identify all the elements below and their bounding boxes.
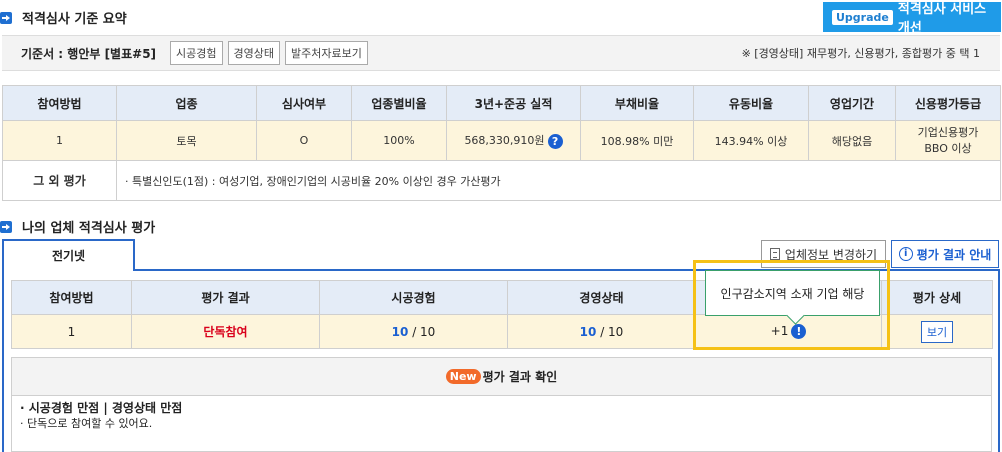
tooltip-text: 인구감소지역 소재 기업 해당 bbox=[720, 286, 865, 301]
question-icon[interactable]: ? bbox=[547, 133, 563, 149]
cell-construction: 10 / 10 bbox=[319, 314, 508, 349]
cell-industry-ratio: 100% bbox=[351, 120, 447, 161]
result-box: New 평가 결과 확인 · 시공경험 만점 | 경영상태 만점 · 단독으로 … bbox=[11, 357, 992, 452]
cell-business-period: 해당없음 bbox=[808, 120, 896, 161]
management-score: 10 bbox=[579, 324, 597, 339]
summary-table: 참여방법 업종 심사여부 업종별비율 3년+준공 실적 부채비율 유동비율 영업… bbox=[2, 85, 1001, 201]
construction-score: 10 bbox=[391, 324, 409, 339]
criteria-bar: 기준서 : 행안부 [별표#5] 시공경험 경영상태 발주처자료보기 ※ [경영… bbox=[2, 35, 1000, 71]
header-management: 경영상태 bbox=[507, 280, 696, 315]
new-badge: New bbox=[445, 369, 481, 384]
management-total: / 10 bbox=[596, 324, 624, 339]
cell-bonus: +1! bbox=[695, 314, 882, 349]
header-industry-ratio: 업종별비율 bbox=[351, 85, 447, 121]
credit-line-2: BBO 이상 bbox=[924, 141, 972, 155]
change-company-info-button[interactable]: 업체정보 변경하기 bbox=[761, 240, 886, 268]
cell-management: 10 / 10 bbox=[507, 314, 696, 349]
header-business-period: 영업기간 bbox=[808, 85, 896, 121]
section-header-my-eval: 나의 업체 적격심사 평가 bbox=[0, 217, 155, 236]
header-review: 심사여부 bbox=[256, 85, 352, 121]
header-detail: 평가 상세 bbox=[881, 280, 993, 315]
header-method: 참여방법 bbox=[2, 85, 117, 121]
result-header: New 평가 결과 확인 bbox=[12, 358, 991, 396]
cell-debt-ratio: 108.98% 미만 bbox=[580, 120, 694, 161]
section-title: 적격심사 기준 요약 bbox=[22, 12, 127, 27]
cell-method: 1 bbox=[2, 120, 117, 161]
section-header-summary: 적격심사 기준 요약 bbox=[0, 8, 127, 27]
construction-total: / 10 bbox=[408, 324, 436, 339]
header-industry: 업종 bbox=[116, 85, 257, 121]
other-eval-row: 그 외 평가 · 특별신인도(1점) : 여성기업, 장애인기업의 시공비율 2… bbox=[2, 160, 1001, 201]
header-construction: 시공경험 bbox=[319, 280, 508, 315]
document-icon bbox=[769, 248, 780, 260]
tab-jeongi-net[interactable]: 전기넷 bbox=[2, 239, 135, 271]
table-row: 1 토목 O 100% 568,330,910원? 108.98% 미만 143… bbox=[2, 120, 1001, 161]
eval-guide-button[interactable]: i 평가 결과 안내 bbox=[891, 240, 999, 268]
other-eval-label: 그 외 평가 bbox=[2, 160, 117, 201]
tag-client-data[interactable]: 발주처자료보기 bbox=[285, 41, 368, 65]
header-performance: 3년+준공 실적 bbox=[446, 85, 581, 121]
summary-header-row: 참여방법 업종 심사여부 업종별비율 3년+준공 실적 부채비율 유동비율 영업… bbox=[2, 85, 1001, 121]
result-body: · 시공경험 만점 | 경영상태 만점 · 단독으로 참여할 수 있어요. bbox=[12, 396, 991, 436]
change-info-label: 업체정보 변경하기 bbox=[784, 247, 878, 262]
header-debt-ratio: 부채비율 bbox=[580, 85, 694, 121]
header-method: 참여방법 bbox=[11, 280, 132, 315]
cell-performance: 568,330,910원? bbox=[446, 120, 581, 161]
bonus-value: +1 bbox=[770, 324, 789, 338]
arrow-right-icon bbox=[0, 220, 12, 233]
header-liquidity-ratio: 유동비율 bbox=[693, 85, 809, 121]
criteria-label: 기준서 : 행안부 [별표#5] bbox=[21, 46, 157, 61]
tag-construction-experience[interactable]: 시공경험 bbox=[170, 41, 223, 65]
view-button[interactable]: 보기 bbox=[920, 320, 954, 343]
header-credit-rating: 신용평가등급 bbox=[895, 85, 1001, 121]
guide-label: 평가 결과 안내 bbox=[916, 247, 992, 262]
cell-review: O bbox=[256, 120, 352, 161]
tooltip: 인구감소지역 소재 기업 해당 bbox=[705, 270, 880, 316]
result-text: 단독참여 bbox=[203, 325, 248, 339]
cell-industry: 토목 bbox=[116, 120, 257, 161]
header-result: 평가 결과 bbox=[131, 280, 320, 315]
result-title: 평가 결과 확인 bbox=[482, 370, 558, 384]
criteria-note: ※ [경영상태] 재무평가, 신용평가, 종합평가 중 택 1 bbox=[741, 47, 980, 60]
result-line-1: · 시공경험 만점 | 경영상태 만점 bbox=[20, 401, 183, 415]
cell-credit-rating: 기업신용평가 BBO 이상 bbox=[895, 120, 1001, 161]
credit-line-1: 기업신용평가 bbox=[917, 125, 979, 139]
cell-method: 1 bbox=[11, 314, 132, 349]
exclamation-icon[interactable]: ! bbox=[791, 324, 807, 339]
table-row: 1 단독참여 10 / 10 10 / 10 +1! 보기 bbox=[11, 314, 993, 349]
tag-management-status[interactable]: 경영상태 bbox=[227, 41, 280, 65]
upgrade-label: 적격심사 서비스 개선 bbox=[897, 2, 987, 36]
upgrade-service-button[interactable]: Upgrade 적격심사 서비스 개선 bbox=[823, 2, 1001, 36]
cell-detail: 보기 bbox=[881, 314, 993, 349]
cell-liquidity-ratio: 143.94% 이상 bbox=[693, 120, 809, 161]
arrow-right-icon bbox=[0, 11, 12, 24]
upgrade-tag: Upgrade bbox=[832, 9, 893, 25]
other-eval-text: · 특별신인도(1점) : 여성기업, 장애인기업의 시공비율 20% 이상인 … bbox=[116, 160, 1001, 201]
result-line-2: · 단독으로 참여할 수 있어요. bbox=[20, 417, 153, 430]
info-icon: i bbox=[898, 247, 913, 261]
section-title: 나의 업체 적격심사 평가 bbox=[22, 221, 156, 236]
performance-value: 568,330,910원 bbox=[464, 134, 545, 148]
cell-result: 단독참여 bbox=[131, 314, 320, 349]
